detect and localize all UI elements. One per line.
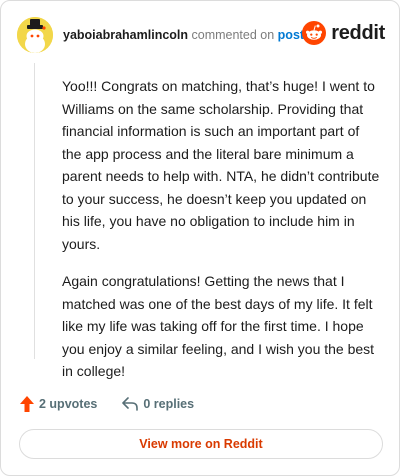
upvote-count: 2 upvotes [39,397,98,411]
upvote-button[interactable]: 2 upvotes [19,395,97,413]
view-more-button[interactable]: View more on Reddit [19,429,383,459]
comment-paragraph: Again congratulations! Getting the news … [62,273,375,379]
comment-actions: 2 upvotes 0 replies [19,395,194,413]
reddit-wordmark: reddit [331,21,385,44]
comment-meta: yaboiabrahamlincoln commented on post [63,28,304,42]
replies-button[interactable]: 0 replies [121,396,194,412]
reddit-logo-icon [302,21,327,45]
commented-on-text: commented on [188,28,278,42]
reddit-brand[interactable]: reddit [302,21,385,45]
post-link[interactable]: post [278,28,304,42]
upvote-arrow-icon [20,396,34,412]
comment-embed-card: yaboiabrahamlincoln commented on post re… [0,0,400,476]
reply-count: 0 replies [143,397,195,411]
comment-header: yaboiabrahamlincoln commented on post re… [17,17,385,53]
reply-arrow-icon [122,397,139,411]
comment-paragraph: Yoo!!! Congrats on matching, that’s huge… [62,78,380,252]
thread-line [34,63,35,359]
username-link[interactable]: yaboiabrahamlincoln [63,28,188,42]
snoo-avatar-icon[interactable] [17,17,53,53]
comment-body: Yoo!!! Congrats on matching, that’s huge… [62,75,380,383]
